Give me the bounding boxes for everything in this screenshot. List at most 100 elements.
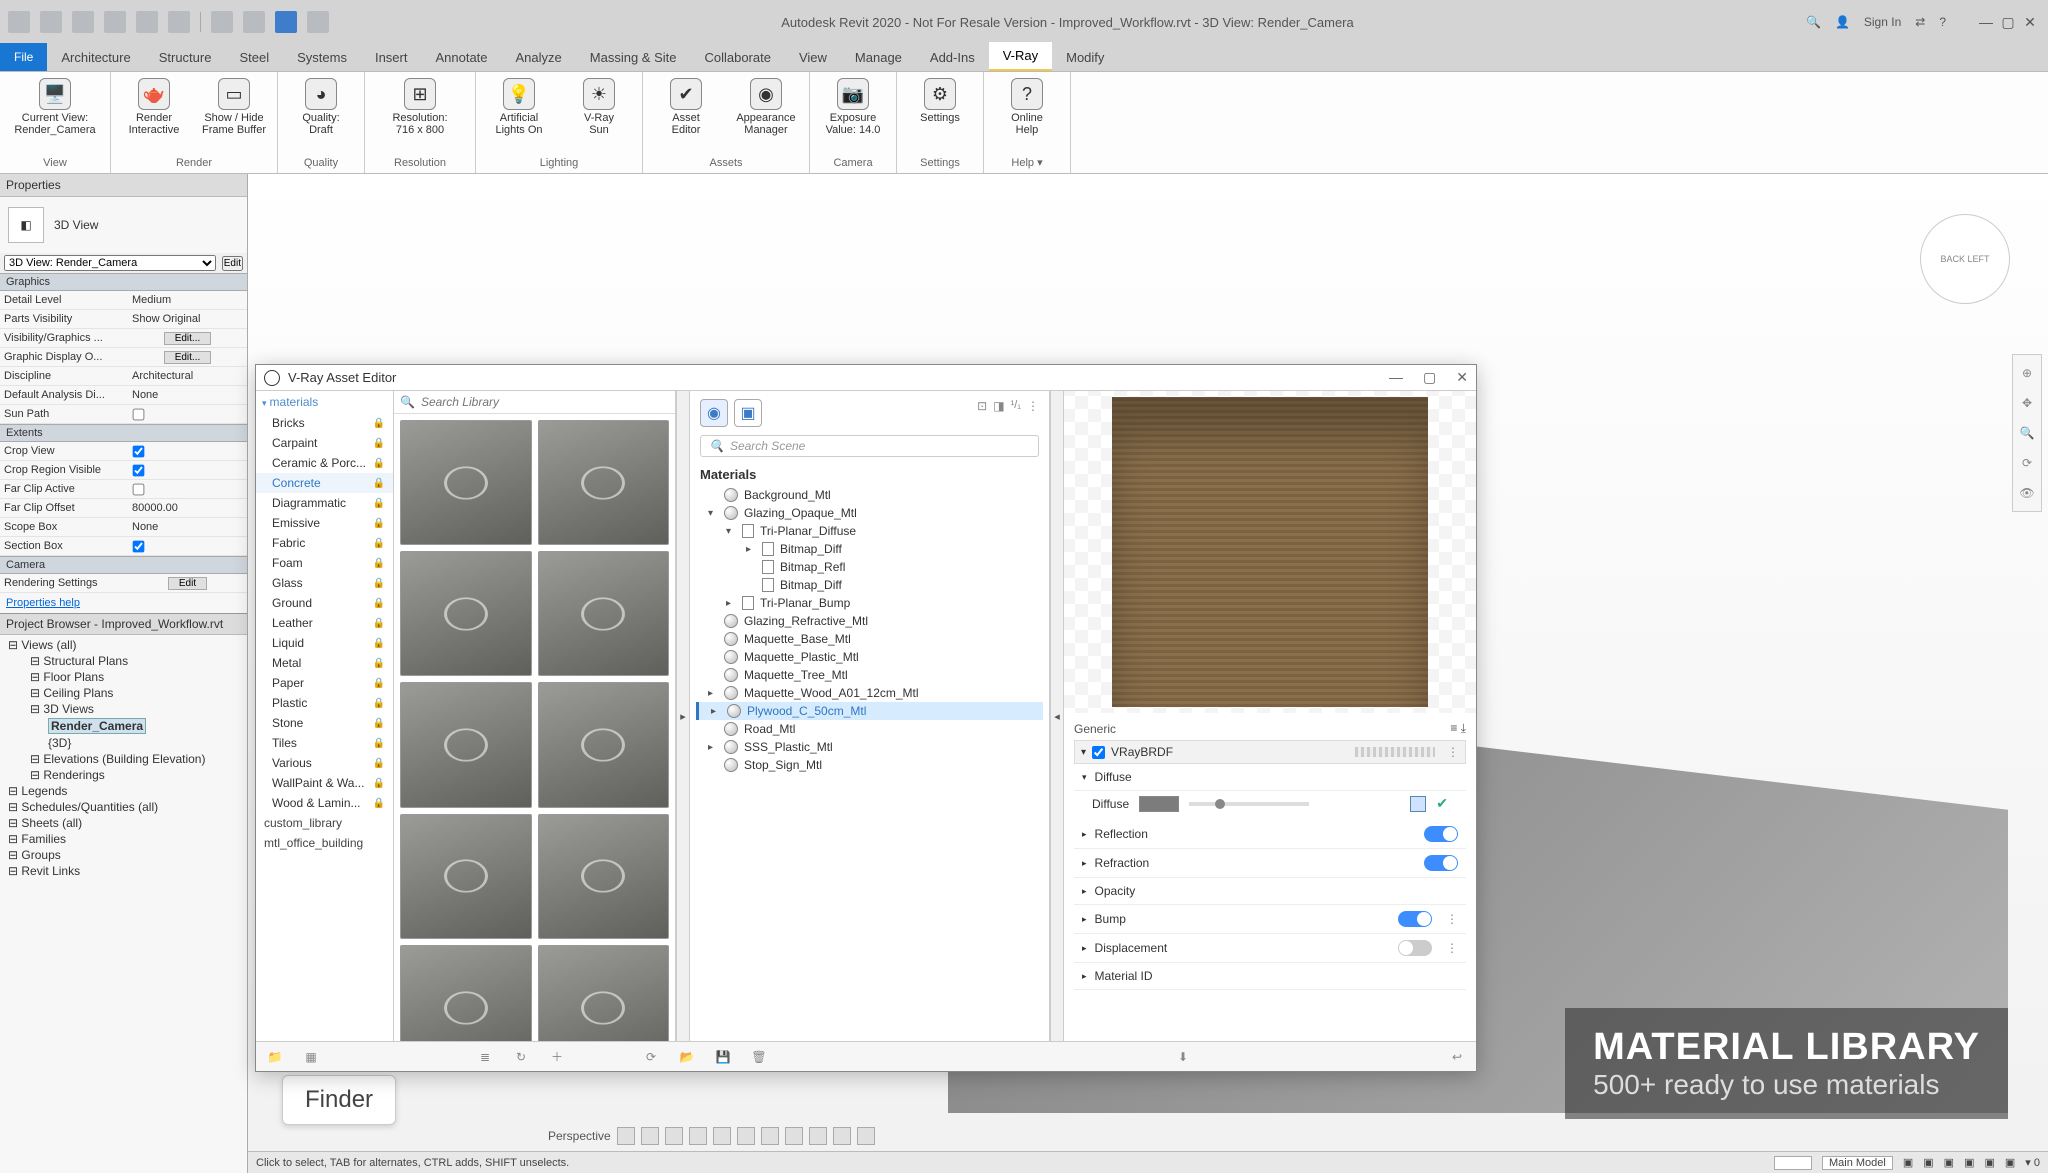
category-item[interactable]: WallPaint & Wa...🔒 xyxy=(256,773,393,793)
material-preview[interactable] xyxy=(1064,391,1476,713)
scene-material-node[interactable]: Road_Mtl xyxy=(696,720,1043,738)
scene-material-node[interactable]: Bitmap_Refl xyxy=(696,558,1043,576)
minimize-button[interactable]: — xyxy=(1976,14,1996,31)
reveal-hidden-icon[interactable] xyxy=(809,1127,827,1145)
displacement-section[interactable]: Displacement⋮ xyxy=(1074,934,1466,963)
prop-value[interactable]: None xyxy=(128,389,247,401)
tab-manage[interactable]: Manage xyxy=(841,44,916,71)
scene-material-node[interactable]: Background_Mtl xyxy=(696,486,1043,504)
select-face-icon[interactable]: ▣ xyxy=(1984,1156,1994,1169)
scene-material-node[interactable]: ▸SSS_Plastic_Mtl xyxy=(696,738,1043,756)
frame-buffer-button[interactable]: ▭ Show / HideFrame Buffer xyxy=(199,76,269,138)
category-item[interactable]: Bricks🔒 xyxy=(256,413,393,433)
tab-systems[interactable]: Systems xyxy=(283,44,361,71)
layer-options-icon[interactable]: ≡ xyxy=(1450,721,1457,735)
save-preset-icon[interactable]: ⤓ xyxy=(1461,721,1466,735)
scene-material-node[interactable]: Stop_Sign_Mtl xyxy=(696,756,1043,774)
prop-value[interactable]: Medium xyxy=(128,294,247,306)
opacity-section[interactable]: Opacity xyxy=(1074,878,1466,905)
category-item[interactable]: Metal🔒 xyxy=(256,653,393,673)
diffuse-color-swatch[interactable] xyxy=(1139,796,1179,812)
scene-material-node[interactable]: Maquette_Plastic_Mtl xyxy=(696,648,1043,666)
prop-value[interactable] xyxy=(128,445,247,458)
help-icon[interactable]: ? xyxy=(1939,15,1946,29)
refraction-section[interactable]: Refraction xyxy=(1074,849,1466,878)
prop-value[interactable]: None xyxy=(128,521,247,533)
category-item[interactable]: Tiles🔒 xyxy=(256,733,393,753)
category-item[interactable]: Fabric🔒 xyxy=(256,533,393,553)
scene-material-node[interactable]: ▸Bitmap_Diff xyxy=(696,540,1043,558)
prop-value[interactable] xyxy=(128,464,247,477)
user-icon[interactable]: 👤 xyxy=(1835,15,1850,29)
open-folder-icon[interactable]: 📁 xyxy=(266,1048,284,1066)
crop-region-icon[interactable] xyxy=(737,1127,755,1145)
ae-minimize-button[interactable]: — xyxy=(1389,369,1403,386)
prop-value[interactable]: 80000.00 xyxy=(128,502,247,514)
grid-view-icon[interactable]: ▦ xyxy=(302,1048,320,1066)
settings-button[interactable]: ⚙ Settings xyxy=(905,76,975,126)
prop-value[interactable] xyxy=(128,540,247,553)
design-options-combo[interactable]: Main Model xyxy=(1822,1156,1893,1170)
scene-material-node[interactable]: ▸Plywood_C_50cm_Mtl xyxy=(696,702,1043,720)
tree-node[interactable]: ⊟ Floor Plans xyxy=(2,669,245,685)
bump-menu-icon[interactable]: ⋮ xyxy=(1446,912,1458,926)
category-item[interactable]: Diagrammatic🔒 xyxy=(256,493,393,513)
constraints-icon[interactable] xyxy=(857,1127,875,1145)
category-item[interactable]: Ground🔒 xyxy=(256,593,393,613)
pick-material-icon[interactable]: ⬇ xyxy=(1174,1048,1192,1066)
asset-editor-button[interactable]: ✔ AssetEditor xyxy=(651,76,721,138)
category-item[interactable]: Concrete🔒 xyxy=(256,473,393,493)
category-item[interactable]: Liquid🔒 xyxy=(256,633,393,653)
pan-icon[interactable]: ✥ xyxy=(2015,391,2039,415)
material-thumbnail[interactable] xyxy=(538,945,670,1041)
properties-type-selector[interactable]: ◧ 3D View xyxy=(0,197,247,253)
render-interactive-button[interactable]: 🫖 RenderInteractive xyxy=(119,76,189,138)
qat-print-icon[interactable] xyxy=(168,11,190,33)
visual-style-icon[interactable] xyxy=(617,1127,635,1145)
qat-measure-icon[interactable] xyxy=(211,11,233,33)
category-item[interactable]: Plastic🔒 xyxy=(256,693,393,713)
bump-toggle[interactable] xyxy=(1398,911,1432,927)
prop-value[interactable]: Edit... xyxy=(128,351,247,364)
scene-material-node[interactable]: ▾Tri-Planar_Diffuse xyxy=(696,522,1043,540)
tree-node[interactable]: {3D} xyxy=(2,735,245,751)
properties-help-link[interactable]: Properties help xyxy=(0,593,247,613)
tab-structure[interactable]: Structure xyxy=(145,44,226,71)
category-item[interactable]: Wood & Lamin...🔒 xyxy=(256,793,393,813)
diffuse-slider[interactable] xyxy=(1189,802,1309,806)
appearance-manager-button[interactable]: ◉ AppearanceManager xyxy=(731,76,801,138)
material-thumbnail[interactable] xyxy=(400,551,532,676)
tab-collaborate[interactable]: Collaborate xyxy=(690,44,785,71)
quality-button[interactable]: ◕ Quality:Draft xyxy=(286,76,356,138)
lock-view-icon[interactable] xyxy=(761,1127,779,1145)
maximize-button[interactable]: ▢ xyxy=(1998,14,2018,31)
tab-massing[interactable]: Massing & Site xyxy=(576,44,691,71)
instance-selector[interactable]: 3D View: Render_Camera xyxy=(4,255,216,271)
scene-material-node[interactable]: ▾Glazing_Opaque_Mtl xyxy=(696,504,1043,522)
tree-node[interactable]: ⊟ Sheets (all) xyxy=(2,815,245,831)
workset-combo[interactable] xyxy=(1774,1156,1812,1170)
sign-in-link[interactable]: Sign In xyxy=(1864,15,1901,29)
scene-material-node[interactable]: ▸Maquette_Wood_A01_12cm_Mtl xyxy=(696,684,1043,702)
material-thumbnail[interactable] xyxy=(400,682,532,807)
materials-mode-button[interactable]: ◉ xyxy=(700,399,728,427)
vray-sun-button[interactable]: ☀ V-RaySun xyxy=(564,76,634,138)
select-pinned-icon[interactable]: ▣ xyxy=(1964,1156,1974,1169)
resolution-button[interactable]: ⊞ Resolution:716 x 800 xyxy=(373,76,467,138)
tab-architecture[interactable]: Architecture xyxy=(47,44,144,71)
tab-vray[interactable]: V-Ray xyxy=(989,42,1052,71)
prop-value[interactable]: Show Original xyxy=(128,313,247,325)
scene-material-node[interactable]: ▸Tri-Planar_Bump xyxy=(696,594,1043,612)
temp-hide-icon[interactable] xyxy=(785,1127,803,1145)
material-thumbnail[interactable] xyxy=(400,945,532,1041)
search-icon[interactable]: 🔍 xyxy=(1806,15,1821,29)
tree-node[interactable]: Render_Camera xyxy=(2,717,245,735)
category-item[interactable]: Carpaint🔒 xyxy=(256,433,393,453)
tab-view[interactable]: View xyxy=(785,44,841,71)
prop-value[interactable] xyxy=(128,408,247,421)
tab-steel[interactable]: Steel xyxy=(225,44,283,71)
tree-node[interactable]: ⊟ Renderings xyxy=(2,767,245,783)
tree-node[interactable]: ⊟ Legends xyxy=(2,783,245,799)
prop-value[interactable]: Architectural xyxy=(128,370,247,382)
qat-save-icon[interactable] xyxy=(72,11,94,33)
